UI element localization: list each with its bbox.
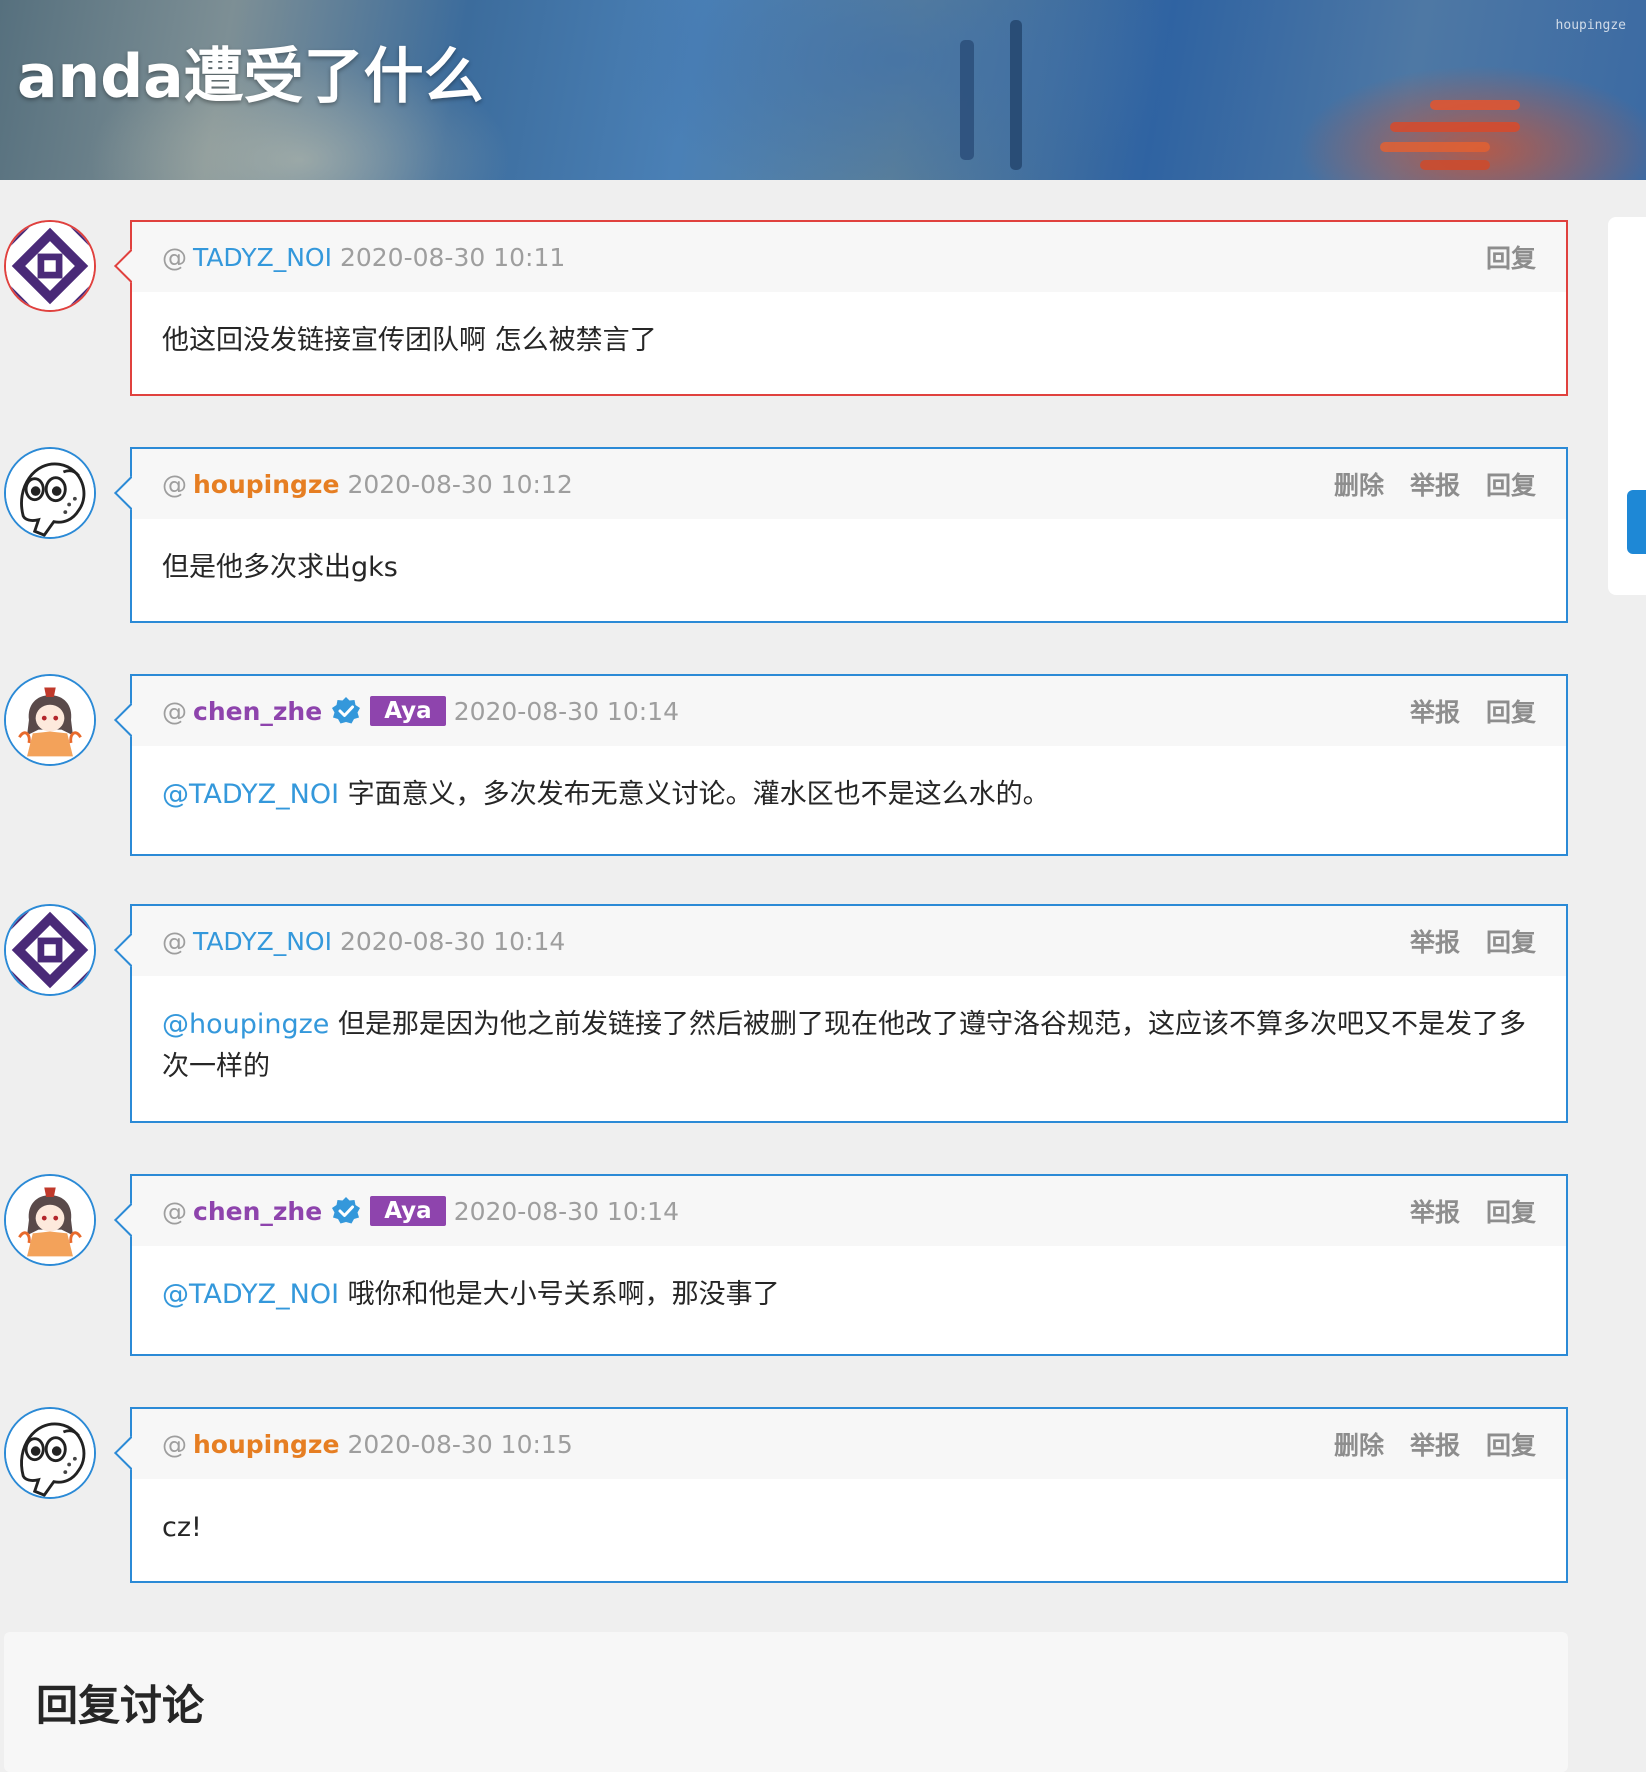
reply-section-heading: 回复讨论 — [36, 1681, 205, 1730]
comment-body: @TADYZ_NOI 哦你和他是大小号关系啊，那没事了 — [132, 1246, 1566, 1344]
user-tag-badge: Aya — [370, 696, 446, 726]
comment-card: @ houpingze 2020-08-30 10:15 删除 举报 回复 cz… — [130, 1407, 1568, 1583]
comment-text: 哦你和他是大小号关系啊，那没事了 — [339, 1279, 780, 1310]
comment-card: @ chen_zhe Aya 2020-08-30 10:14 举报 回复 @T… — [130, 1174, 1568, 1356]
geometric-avatar-icon — [6, 222, 94, 310]
comment-header: @ chen_zhe Aya 2020-08-30 10:14 举报 回复 — [132, 1176, 1566, 1246]
report-button[interactable]: 举报 — [1410, 923, 1460, 959]
comment-actions: 回复 — [1460, 222, 1536, 292]
timestamp: 2020-08-30 10:14 — [453, 696, 679, 726]
at-symbol: @ — [162, 696, 187, 726]
comment-header: @ chen_zhe Aya 2020-08-30 10:14 举报 回复 — [132, 676, 1566, 746]
page-title: anda遭受了什么 — [17, 42, 484, 112]
username-link[interactable]: chen_zhe — [193, 1197, 322, 1226]
banner-username: houpingze — [1555, 18, 1626, 33]
avatar[interactable] — [4, 1174, 96, 1266]
side-panel-button[interactable] — [1627, 490, 1646, 554]
reply-button[interactable]: 回复 — [1486, 1193, 1536, 1229]
banner-paint-streak — [1380, 142, 1490, 152]
reply-button[interactable]: 回复 — [1486, 1426, 1536, 1462]
verified-badge-icon — [330, 1195, 362, 1227]
reply-button[interactable]: 回复 — [1486, 239, 1536, 275]
comment-body: 但是他多次求出gks — [132, 519, 1566, 617]
reply-button[interactable]: 回复 — [1486, 923, 1536, 959]
timestamp: 2020-08-30 10:15 — [347, 1429, 573, 1459]
timestamp: 2020-08-30 10:11 — [339, 242, 566, 272]
user-tag-badge: Aya — [370, 1196, 446, 1226]
mention-link[interactable]: @houpingze — [162, 1009, 329, 1040]
reply-button[interactable]: 回复 — [1486, 466, 1536, 502]
comment-text: cz! — [162, 1512, 202, 1543]
reply-button[interactable]: 回复 — [1486, 693, 1536, 729]
comment-card: @ TADYZ_NOI 2020-08-30 10:14 举报 回复 @houp… — [130, 904, 1568, 1123]
username-link[interactable]: TADYZ_NOI — [193, 243, 332, 272]
banner-paint-streak — [960, 40, 974, 160]
username-link[interactable]: houpingze — [193, 470, 339, 499]
verified-badge-icon — [330, 695, 362, 727]
geometric-avatar-icon — [6, 906, 94, 994]
report-button[interactable]: 举报 — [1410, 1193, 1460, 1229]
mention-link[interactable]: @TADYZ_NOI — [162, 779, 339, 810]
banner-paint-streak — [1430, 100, 1520, 110]
at-symbol: @ — [162, 926, 187, 956]
comment-body: @TADYZ_NOI 字面意义，多次发布无意义讨论。灌水区也不是这么水的。 — [132, 746, 1566, 844]
comment-header: @ TADYZ_NOI 2020-08-30 10:14 举报 回复 — [132, 906, 1566, 976]
cartoon-face-avatar-icon — [6, 449, 94, 537]
delete-button[interactable]: 删除 — [1334, 466, 1384, 502]
header-banner: anda遭受了什么 houpingze — [0, 0, 1646, 180]
comment-body: cz! — [132, 1479, 1566, 1577]
username-link[interactable]: TADYZ_NOI — [193, 927, 332, 956]
avatar[interactable] — [4, 1407, 96, 1499]
timestamp: 2020-08-30 10:12 — [347, 469, 573, 499]
comment-actions: 举报 回复 — [1384, 906, 1536, 976]
avatar[interactable] — [4, 904, 96, 996]
avatar[interactable] — [4, 447, 96, 539]
report-button[interactable]: 举报 — [1410, 693, 1460, 729]
at-symbol: @ — [162, 469, 187, 499]
comment-text: 他这回没发链接宣传团队啊 怎么被禁言了 — [162, 325, 657, 356]
comment-actions: 删除 举报 回复 — [1308, 449, 1536, 519]
banner-paint-streak — [1390, 122, 1520, 132]
at-symbol: @ — [162, 242, 187, 272]
avatar[interactable] — [4, 220, 96, 312]
banner-paint-streak — [1420, 160, 1490, 170]
at-symbol: @ — [162, 1429, 187, 1459]
comment-header: @ houpingze 2020-08-30 10:12 删除 举报 回复 — [132, 449, 1566, 519]
comment-text: 但是他多次求出gks — [162, 552, 398, 583]
banner-paint-streak — [1010, 20, 1022, 170]
comment-text: 字面意义，多次发布无意义讨论。灌水区也不是这么水的。 — [339, 779, 1050, 810]
anime-character-avatar-icon — [6, 1176, 94, 1264]
comment-body: 他这回没发链接宣传团队啊 怎么被禁言了 — [132, 292, 1566, 390]
comment-actions: 举报 回复 — [1384, 1176, 1536, 1246]
mention-link[interactable]: @TADYZ_NOI — [162, 1279, 339, 1310]
reply-section: 回复讨论 — [4, 1632, 1568, 1772]
delete-button[interactable]: 删除 — [1334, 1426, 1384, 1462]
comment-header: @ TADYZ_NOI 2020-08-30 10:11 回复 — [132, 222, 1566, 292]
comment-text: 但是那是因为他之前发链接了然后被删了现在他改了遵守洛谷规范，这应该不算多次吧又不… — [162, 1009, 1527, 1082]
side-panel — [1608, 217, 1646, 595]
comment-actions: 举报 回复 — [1384, 676, 1536, 746]
avatar[interactable] — [4, 674, 96, 766]
comment-card: @ houpingze 2020-08-30 10:12 删除 举报 回复 但是… — [130, 447, 1568, 623]
report-button[interactable]: 举报 — [1410, 1426, 1460, 1462]
at-symbol: @ — [162, 1196, 187, 1226]
report-button[interactable]: 举报 — [1410, 466, 1460, 502]
cartoon-face-avatar-icon — [6, 1409, 94, 1497]
timestamp: 2020-08-30 10:14 — [339, 926, 566, 956]
username-link[interactable]: houpingze — [193, 1430, 339, 1459]
comment-header: @ houpingze 2020-08-30 10:15 删除 举报 回复 — [132, 1409, 1566, 1479]
comment-body: @houpingze 但是那是因为他之前发链接了然后被删了现在他改了遵守洛谷规范… — [132, 976, 1566, 1116]
username-link[interactable]: chen_zhe — [193, 697, 322, 726]
comment-card: @ chen_zhe Aya 2020-08-30 10:14 举报 回复 @T… — [130, 674, 1568, 856]
comment-actions: 删除 举报 回复 — [1308, 1409, 1536, 1479]
timestamp: 2020-08-30 10:14 — [453, 1196, 679, 1226]
comment-card: @ TADYZ_NOI 2020-08-30 10:11 回复 他这回没发链接宣… — [130, 220, 1568, 396]
anime-character-avatar-icon — [6, 676, 94, 764]
